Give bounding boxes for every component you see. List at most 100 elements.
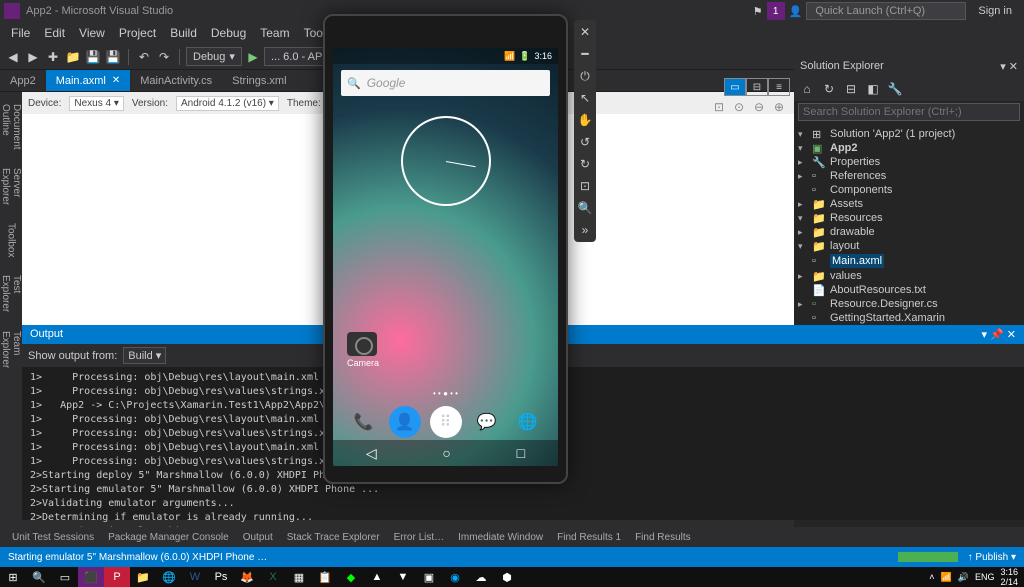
zoom-in-icon[interactable]: ⊕ [774, 100, 790, 116]
app2-icon[interactable]: ▦ [286, 567, 312, 587]
tab-test-explorer[interactable]: Test Explorer [0, 267, 24, 320]
tree-main-axml[interactable]: ▫Main.axml [798, 253, 1020, 269]
emu-close-icon[interactable]: ✕ [577, 24, 593, 40]
tab-server-explorer[interactable]: Server Explorer [0, 160, 24, 213]
emu-minimize-icon[interactable]: ━ [577, 46, 593, 62]
tree-layout[interactable]: ▾📁layout [798, 239, 1020, 253]
nav-fwd-icon[interactable]: ▶ [24, 48, 42, 66]
firefox-icon[interactable]: 🦊 [234, 567, 260, 587]
word-icon[interactable]: W [182, 567, 208, 587]
tab-unit-test[interactable]: Unit Test Sessions [6, 530, 100, 545]
quick-launch-input[interactable]: Quick Launch (Ctrl+Q) [806, 2, 966, 20]
undo-icon[interactable]: ↶ [135, 48, 153, 66]
emulator-screen[interactable]: 📶 🔋 3:16 🔍 Google Camera • • ● • • 📞 👤 ⠿… [333, 48, 558, 466]
notification-badge[interactable]: 1 [767, 2, 785, 20]
ps-icon[interactable]: Ps [208, 567, 234, 587]
tab-main-axml[interactable]: Main.axml✕ [46, 70, 131, 91]
emu-rotate-right-icon[interactable]: ↻ [577, 156, 593, 172]
tree-properties[interactable]: ▸🔧Properties [798, 155, 1020, 169]
nav-back-icon[interactable]: ◀ [4, 48, 22, 66]
emu-pointer-icon[interactable]: ↖ [577, 90, 593, 106]
save-all-icon[interactable]: 💾 [104, 48, 122, 66]
messages-app-icon[interactable]: 💬 [471, 406, 503, 438]
camera-app-icon[interactable]: Camera [347, 332, 379, 368]
tree-components[interactable]: ▫Components [798, 183, 1020, 197]
menu-debug[interactable]: Debug [204, 26, 253, 40]
search-icon[interactable]: 🔍 [26, 567, 52, 587]
collapse-icon[interactable]: ⊟ [842, 80, 860, 98]
output-source-dropdown[interactable]: Build ▾ [123, 347, 166, 364]
emu-more-icon[interactable]: » [577, 222, 593, 238]
tab-errorlist[interactable]: Error List… [388, 530, 451, 545]
app8-icon[interactable]: ◉ [442, 567, 468, 587]
tab-find[interactable]: Find Results [629, 530, 697, 545]
tray-up-icon[interactable]: ˄ [929, 572, 934, 582]
tab-immediate[interactable]: Immediate Window [452, 530, 549, 545]
save-icon[interactable]: 💾 [84, 48, 102, 66]
flag-icon[interactable]: ⚑ [753, 5, 763, 18]
tab-pkg-mgr[interactable]: Package Manager Console [102, 530, 235, 545]
app3-icon[interactable]: 📋 [312, 567, 338, 587]
menu-project[interactable]: Project [112, 26, 163, 40]
source-view-button[interactable]: ≡ [768, 78, 790, 96]
close-icon[interactable]: ✕ [112, 75, 120, 86]
tree-solution[interactable]: ▾⊞Solution 'App2' (1 project) [798, 127, 1020, 141]
tab-app2[interactable]: App2 [0, 70, 46, 91]
tree-project[interactable]: ▾▣App2 [798, 141, 1020, 155]
apps-drawer-icon[interactable]: ⠿ [430, 406, 462, 438]
tray-clock[interactable]: 3:16 [1000, 567, 1018, 577]
menu-edit[interactable]: Edit [37, 26, 72, 40]
redo-icon[interactable]: ↷ [155, 48, 173, 66]
google-search-widget[interactable]: 🔍 Google [341, 70, 550, 96]
tray-vol-icon[interactable]: 🔊 [958, 572, 969, 583]
refresh-icon[interactable]: ↻ [820, 80, 838, 98]
version-dropdown[interactable]: Android 4.1.2 (v16) ▾ [176, 96, 279, 111]
tree-resources[interactable]: ▾📁Resources [798, 211, 1020, 225]
sol-search-input[interactable] [798, 103, 1020, 121]
zoom-actual-icon[interactable]: ⊙ [734, 100, 750, 116]
start-debug-icon[interactable]: ▶ [244, 48, 262, 66]
pin-icon[interactable]: ▾ 📌 ✕ [981, 329, 1016, 341]
app9-icon[interactable]: ☁ [468, 567, 494, 587]
tree-about[interactable]: 📄AboutResources.txt [798, 283, 1020, 297]
split-view-button[interactable]: ⊟ [746, 78, 768, 96]
menu-build[interactable]: Build [163, 26, 204, 40]
emu-zoom-icon[interactable]: 🔍 [577, 200, 593, 216]
start-button[interactable]: ⊞ [0, 567, 26, 587]
excel-icon[interactable]: X [260, 567, 286, 587]
tab-output[interactable]: Output [237, 530, 279, 545]
vs-taskbar-icon[interactable]: ⬛ [78, 567, 104, 587]
menu-team[interactable]: Team [253, 26, 296, 40]
recents-button[interactable]: □ [517, 445, 525, 461]
chrome-icon[interactable]: 🌐 [156, 567, 182, 587]
tab-team-explorer[interactable]: Team Explorer [0, 323, 24, 376]
tray-net-icon[interactable]: 📶 [941, 572, 952, 583]
browser-app-icon[interactable]: 🌐 [512, 406, 544, 438]
tab-mainactivity[interactable]: MainActivity.cs [130, 70, 222, 91]
app4-icon[interactable]: ◆ [338, 567, 364, 587]
android-emulator[interactable]: 📶 🔋 3:16 🔍 Google Camera • • ● • • 📞 👤 ⠿… [323, 14, 568, 484]
home-icon[interactable]: ⌂ [798, 80, 816, 98]
home-button[interactable]: ○ [442, 445, 450, 461]
explorer-icon[interactable]: 📁 [130, 567, 156, 587]
design-view-button[interactable]: ▭ [724, 78, 746, 96]
back-button[interactable]: ◁ [366, 445, 377, 462]
emu-power-icon[interactable]: ⏻ [577, 68, 593, 84]
tree-drawable[interactable]: ▸📁drawable [798, 225, 1020, 239]
emu-fit-icon[interactable]: ⊡ [577, 178, 593, 194]
sol-dropdown-icon[interactable]: ▾ ✕ [1000, 60, 1018, 73]
contacts-app-icon[interactable]: 👤 [389, 406, 421, 438]
new-file-icon[interactable]: ✚ [44, 48, 62, 66]
tree-getting[interactable]: ▫GettingStarted.Xamarin [798, 311, 1020, 325]
tree-references[interactable]: ▸▫References [798, 169, 1020, 183]
phone-app-icon[interactable]: 📞 [348, 406, 380, 438]
menu-view[interactable]: View [72, 26, 112, 40]
tree-assets[interactable]: ▸📁Assets [798, 197, 1020, 211]
emu-multitouch-icon[interactable]: ✋ [577, 112, 593, 128]
analog-clock-widget[interactable] [401, 116, 491, 206]
zoom-fit-icon[interactable]: ⊡ [714, 100, 730, 116]
tree-values[interactable]: ▸📁values [798, 269, 1020, 283]
device-dropdown[interactable]: Nexus 4 ▾ [69, 96, 123, 111]
app10-icon[interactable]: ⬢ [494, 567, 520, 587]
app5-icon[interactable]: ▲ [364, 567, 390, 587]
